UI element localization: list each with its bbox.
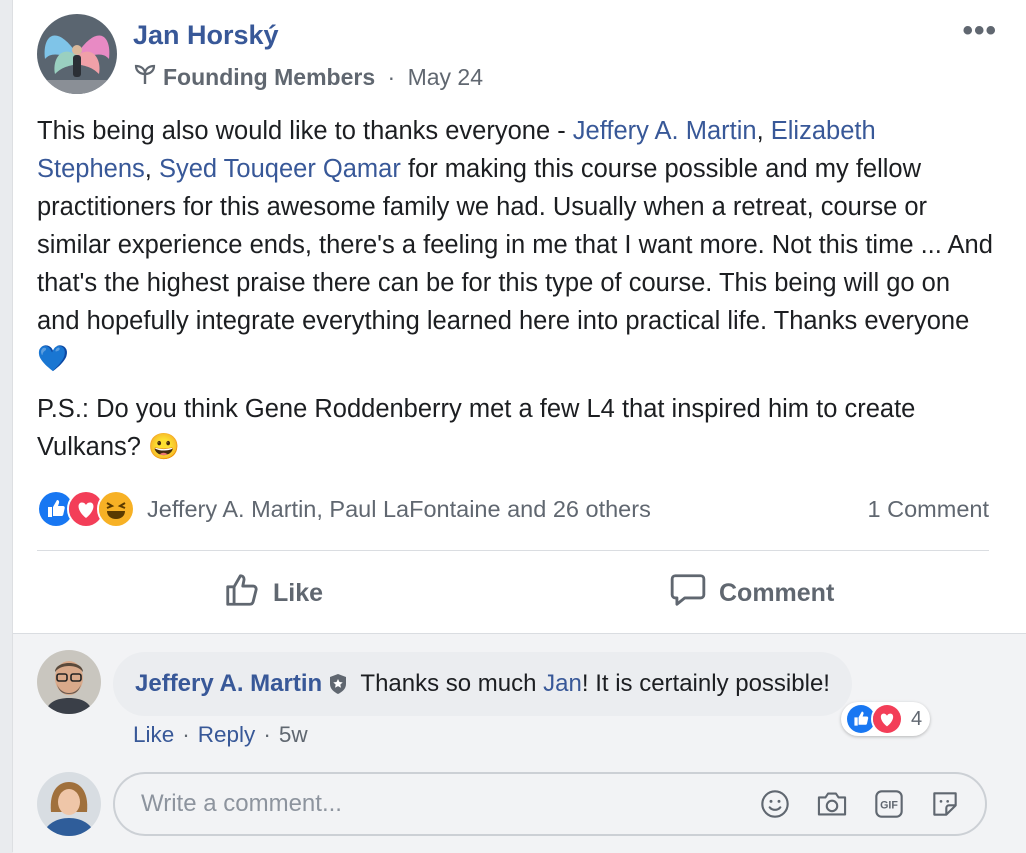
comment-text-2: ! It is certainly possible!	[581, 670, 830, 697]
comment-bubble: Jeffery A. Martin Thanks so much Jan! It…	[113, 652, 852, 716]
comment-time[interactable]: 5w	[279, 722, 308, 748]
grinning-emoji: 😀	[148, 433, 180, 461]
gif-icon[interactable]: GIF	[873, 788, 905, 820]
comment-actions: Like · Reply · 5w	[133, 722, 308, 748]
emoji-icon[interactable]	[759, 788, 791, 820]
mention-syed[interactable]: Syed Touqeer Qamar	[159, 155, 401, 183]
comment-author[interactable]: Jeffery A. Martin	[135, 670, 322, 698]
comment-composer: GIF	[113, 772, 987, 836]
thumbs-up-icon	[223, 571, 261, 616]
like-button[interactable]: Like	[223, 568, 323, 618]
sprout-icon	[133, 62, 157, 92]
comments-section: Jeffery A. Martin Thanks so much Jan! It…	[13, 633, 1026, 853]
post-paragraph-2: P.S.: Do you think Gene Roddenberry met …	[37, 395, 916, 461]
reactions-summary: Jeffery A. Martin, Paul LaFontaine and 2…	[37, 486, 989, 532]
current-user-avatar[interactable]	[37, 772, 101, 836]
dot-separator: ·	[182, 722, 190, 747]
post-card: Jan Horský Founding Members · May 24 •••…	[12, 0, 1026, 853]
post-date[interactable]: May 24	[408, 64, 483, 91]
comment-reaction-count: 4	[911, 707, 923, 730]
comment-mention[interactable]: Jan	[543, 670, 582, 698]
love-reaction-icon	[871, 703, 903, 735]
reaction-icons[interactable]	[37, 490, 135, 528]
composer-tools: GIF	[759, 788, 961, 820]
comment-reply-link[interactable]: Reply	[198, 722, 256, 748]
camera-icon[interactable]	[815, 788, 849, 820]
divider	[37, 550, 989, 551]
comment-text-1: Thanks so much	[354, 670, 544, 697]
comment-like-link[interactable]: Like	[133, 722, 174, 748]
comment-bubble-icon	[669, 571, 707, 616]
comment-button[interactable]: Comment	[669, 568, 834, 618]
blue-heart-emoji: 💙	[37, 345, 69, 373]
reactors-names[interactable]: Jeffery A. Martin, Paul LaFontaine and 2…	[147, 496, 651, 523]
author-avatar[interactable]	[37, 14, 117, 94]
svg-text:GIF: GIF	[880, 800, 898, 812]
post-meta: Founding Members · May 24	[133, 62, 483, 92]
shield-badge-icon	[328, 673, 348, 695]
group-name[interactable]: Founding Members	[163, 64, 375, 91]
mention-jeffery[interactable]: Jeffery A. Martin	[573, 117, 757, 145]
comment-count[interactable]: 1 Comment	[868, 496, 989, 523]
commenter-avatar[interactable]	[37, 650, 101, 714]
more-options-icon[interactable]: •••	[962, 14, 997, 48]
dot-separator: ·	[263, 722, 271, 747]
comment-label: Comment	[719, 578, 835, 607]
post-author-name[interactable]: Jan Horský	[133, 20, 279, 51]
sticker-icon[interactable]	[929, 788, 961, 820]
haha-reaction-icon	[97, 490, 135, 528]
meta-separator: ·	[381, 63, 402, 90]
post-paragraph-1: This being also would like to thanks eve…	[37, 117, 993, 373]
like-label: Like	[273, 578, 324, 607]
comment-reactions[interactable]: 4	[841, 702, 931, 736]
post-text: This being also would like to thanks eve…	[37, 112, 997, 478]
comment-input[interactable]	[139, 789, 723, 819]
